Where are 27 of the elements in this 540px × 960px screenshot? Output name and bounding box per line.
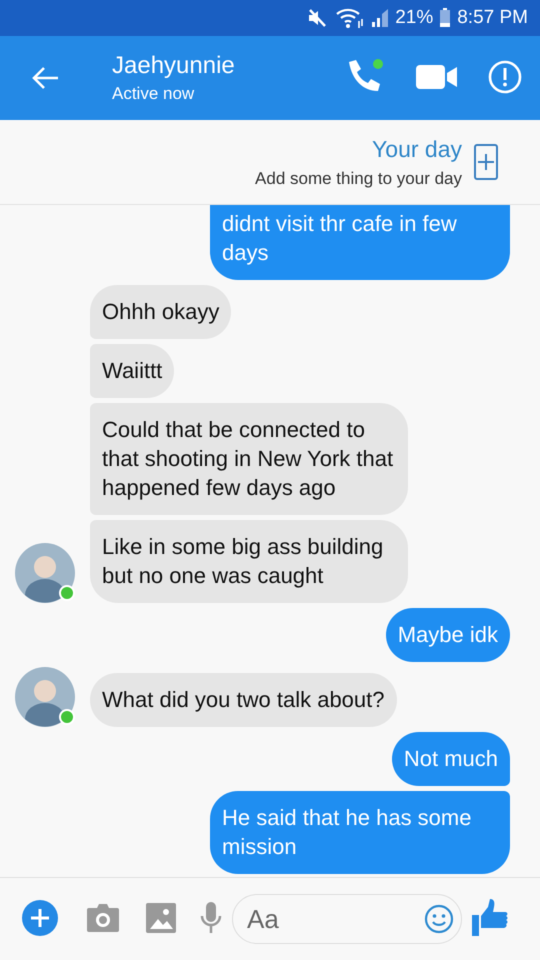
gallery-button[interactable] (146, 902, 176, 936)
signal-icon (371, 8, 390, 28)
received-message: Like in some big ass building but no one was caught (90, 520, 408, 603)
add-button[interactable] (22, 900, 58, 938)
plus-icon (476, 152, 496, 172)
sent-message: Not much (392, 732, 510, 786)
wifi-icon (335, 7, 366, 29)
received-message: Waiittt (90, 344, 174, 398)
battery-percent: 21% (395, 7, 434, 29)
add-story-button[interactable] (474, 144, 498, 180)
message-input[interactable]: Aa (232, 894, 462, 944)
active-status: Active now (112, 84, 196, 104)
your-day-title[interactable]: Your day (372, 136, 462, 162)
emoji-icon[interactable] (424, 904, 454, 934)
received-message: What did you two talk about? (90, 673, 396, 727)
sent-message: He said that he has some mission (210, 791, 510, 874)
info-button[interactable] (488, 60, 522, 96)
clock-time: 8:57 PM (457, 7, 528, 29)
received-message: Ohhh okayy (90, 285, 232, 339)
sent-message: Maybe idk (386, 608, 510, 662)
avatar[interactable] (15, 667, 75, 727)
contact-name: Jaehyunnie (112, 52, 236, 80)
received-message: Could that be connected to that shooting in New York that happened few days ago (90, 403, 408, 515)
sent-message: didnt visit thr cafe in few days (210, 205, 510, 280)
avatar[interactable] (15, 543, 75, 603)
your-day-subtitle: Add some thing to your day (255, 168, 462, 188)
battery-icon (439, 8, 452, 28)
